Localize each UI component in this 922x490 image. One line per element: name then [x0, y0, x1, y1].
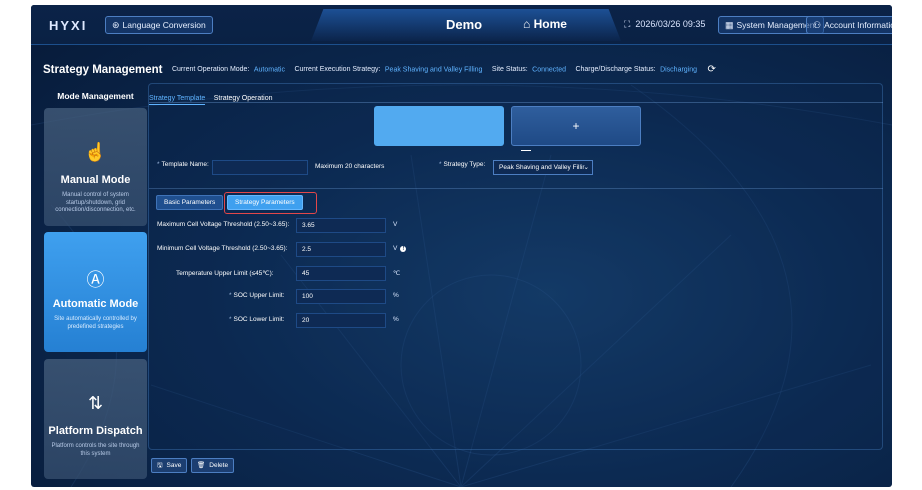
chevron-down-icon: ⌄: [583, 164, 589, 171]
page-title: Strategy Management: [43, 63, 163, 76]
charge-status-label: Charge/Discharge Status:: [575, 66, 656, 74]
soc-lower-limit-input[interactable]: 20: [296, 313, 386, 328]
site-title: Demo: [446, 17, 483, 32]
home-label: Home: [533, 17, 567, 31]
home-button[interactable]: ⌂ Home: [523, 17, 567, 31]
manual-mode-name: Manual Mode: [60, 174, 131, 186]
operation-mode-label: Current Operation Mode:: [171, 66, 250, 74]
execution-strategy-label: Current Execution Strategy:: [294, 66, 381, 74]
template-card-selected[interactable]: [374, 106, 504, 146]
tab-basic-parameters[interactable]: Basic Parameters: [156, 195, 224, 210]
highlight-box: [224, 192, 317, 214]
tab-strategy-template[interactable]: Strategy Template: [149, 95, 206, 105]
temperature-limit-label: Temperature Upper Limit (≤45℃):: [176, 270, 274, 277]
hyxi-logo: HYXI: [49, 18, 87, 33]
required-marker: *: [229, 292, 232, 299]
temperature-limit-input[interactable]: 45: [296, 266, 386, 281]
tabs-divider: [149, 102, 883, 103]
automatic-mode-description: Site automatically controlled by predefi…: [54, 316, 137, 330]
soc-upper-limit-unit: %: [393, 292, 399, 299]
template-name-input[interactable]: [212, 160, 308, 175]
soc-upper-limit-input[interactable]: 100: [296, 289, 386, 304]
max-cell-voltage-input[interactable]: 3.65: [296, 218, 386, 233]
plus-icon: +: [572, 119, 580, 133]
soc-lower-limit-label-text: SOC Lower Limit:: [233, 316, 285, 323]
save-label: Save: [166, 462, 182, 469]
min-cell-voltage-input[interactable]: 2.5: [296, 242, 386, 257]
system-management-label: System Management: [736, 20, 817, 30]
min-cell-voltage-unit: V: [393, 245, 398, 252]
temperature-limit-unit: ℃: [393, 270, 401, 277]
datetime-text: 2026/03/26 09:35: [635, 19, 706, 29]
charge-status-value: Discharging: [660, 66, 698, 74]
execution-strategy-value: Peak Shaving and Valley Filling: [384, 66, 483, 74]
required-marker: *: [229, 316, 232, 323]
logo-text: HYXI: [49, 18, 88, 33]
home-icon: ⌂: [523, 17, 531, 31]
min-cell-voltage-unit-group: V!: [393, 245, 407, 252]
soc-upper-limit-label-text: SOC Upper Limit:: [233, 292, 285, 299]
datetime-display: ⛶ 2026/03/26 09:35: [624, 19, 705, 30]
soc-lower-limit-label: * SOC Lower Limit:: [229, 316, 284, 323]
site-status-value: Connected: [532, 66, 566, 74]
operation-mode-value: Automatic: [253, 66, 285, 74]
automatic-mode-name: Automatic Mode: [52, 298, 139, 310]
add-template-button[interactable]: +: [511, 106, 641, 146]
soc-upper-limit-label: * SOC Upper Limit:: [229, 292, 284, 299]
mode-management-title: Mode Management: [57, 91, 134, 101]
min-cell-voltage-label: Minimum Cell Voltage Threshold (2.50~3.6…: [157, 245, 288, 252]
trash-icon: 🗑: [197, 462, 206, 469]
app-window: HYXI ⊛ Language Conversion Demo ⌂ Home ⛶ …: [31, 5, 892, 487]
fullscreen-icon[interactable]: ⛶: [624, 19, 630, 29]
max-cell-voltage-unit: V: [393, 221, 398, 228]
language-conversion-button[interactable]: ⊛ Language Conversion: [105, 16, 213, 34]
template-indicator: [521, 150, 531, 151]
template-name-label: * Template Name:: [157, 161, 209, 177]
required-marker: *: [439, 161, 442, 168]
save-button[interactable]: 🖫 Save: [151, 458, 188, 473]
template-name-label-text: Template Name:: [161, 161, 209, 168]
delete-label: Delete: [209, 462, 229, 469]
account-information-button[interactable]: ⚇Account Information: [806, 16, 892, 34]
status-header: Strategy Management Current Operation Mo…: [43, 61, 883, 81]
manual-mode-description: Manual control of system startup/shutdow…: [55, 192, 136, 213]
user-icon: ⚇: [813, 20, 822, 30]
save-icon: 🖫: [157, 462, 163, 469]
account-information-label: Account Information: [824, 20, 892, 30]
manual-mode-card[interactable]: ☝ Manual Mode Manual control of system s…: [44, 108, 147, 226]
required-marker: *: [157, 161, 160, 168]
hand-pointer-icon: ☝: [84, 142, 107, 162]
site-status-label: Site Status:: [491, 66, 528, 74]
grid-icon: ▦: [725, 20, 734, 30]
strategy-type-value: Peak Shaving and Valley Fillir: [499, 164, 585, 171]
auto-mode-icon: Ⓐ: [86, 270, 105, 290]
strategy-tabs: Strategy Template Strategy Operation: [149, 87, 277, 105]
form-divider: [149, 188, 883, 189]
top-bar: HYXI ⊛ Language Conversion Demo ⌂ Home ⛶ …: [31, 5, 892, 45]
template-name-hint: Maximum 20 characters: [315, 163, 385, 170]
strategy-type-select[interactable]: Peak Shaving and Valley Fillir ⌄: [493, 160, 593, 175]
platform-dispatch-description: Platform controls the site through this …: [51, 443, 140, 457]
platform-dispatch-card[interactable]: ⇅ Platform Dispatch Platform controls th…: [44, 359, 147, 479]
max-cell-voltage-label: Maximum Cell Voltage Threshold (2.50~3.6…: [157, 221, 290, 228]
soc-lower-limit-unit: %: [393, 316, 399, 323]
info-icon[interactable]: !: [400, 246, 407, 252]
platform-dispatch-name: Platform Dispatch: [48, 425, 143, 437]
language-button-label: Language Conversion: [122, 20, 206, 30]
tab-strategy-operation[interactable]: Strategy Operation: [214, 95, 273, 102]
delete-button[interactable]: 🗑 Delete: [191, 458, 235, 473]
dispatch-icon: ⇅: [87, 393, 104, 413]
strategy-type-label: * Strategy Type:: [439, 161, 485, 177]
refresh-icon[interactable]: ⟳: [707, 64, 715, 75]
strategy-type-label-text: Strategy Type:: [443, 161, 486, 168]
automatic-mode-card[interactable]: Ⓐ Automatic Mode Site automatically cont…: [44, 232, 147, 352]
globe-icon: ⊛: [112, 20, 120, 30]
